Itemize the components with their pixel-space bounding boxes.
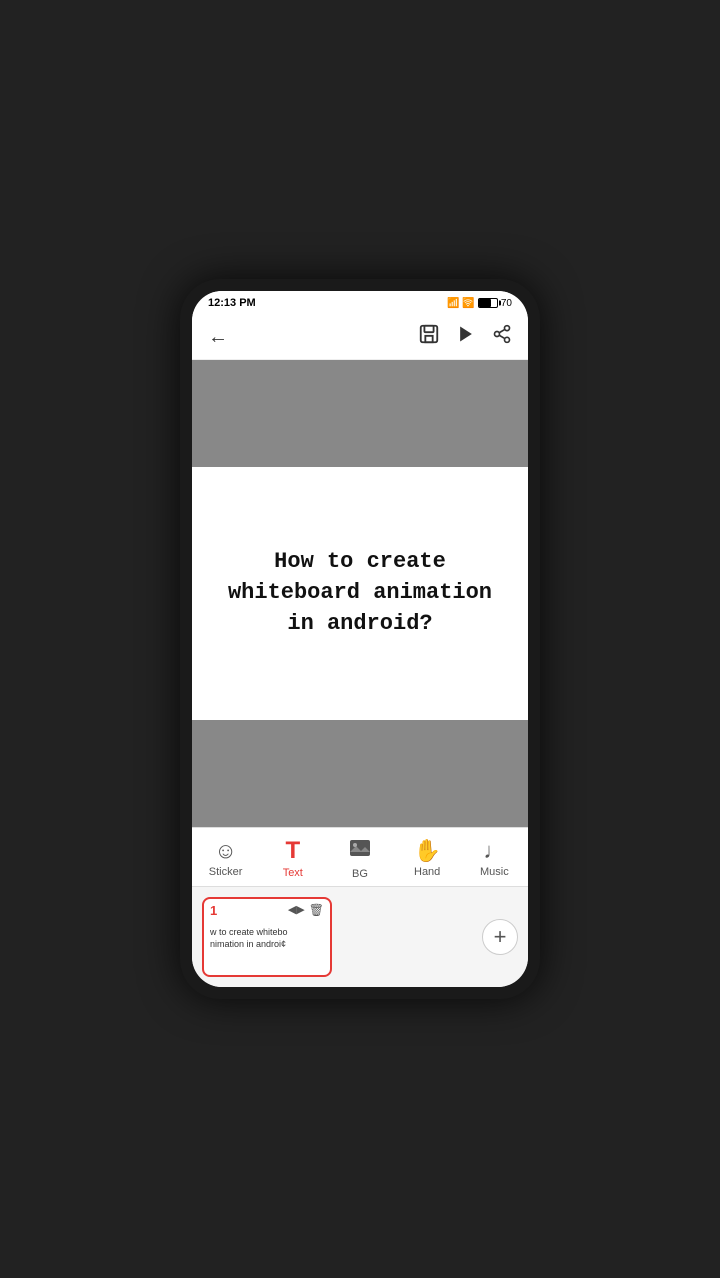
timeline: 1 ◀▶ 🗑 w to create whitebonimation in an… [192,886,528,987]
sticker-icon: ☺ [214,838,236,864]
status-bar: 12:13 PM 📶 🛜 70 [192,291,528,315]
canvas-top-gray [192,360,528,467]
play-button[interactable] [456,324,476,350]
back-button[interactable]: ← [208,326,228,349]
nav-item-bg[interactable]: BG [335,836,385,880]
bg-icon [348,836,372,866]
canvas-white: How to create whiteboard animation in an… [192,467,528,721]
save-button[interactable] [418,323,440,351]
hand-label: Hand [414,866,440,878]
share-button[interactable] [492,324,512,350]
hand-icon: ✋ [413,838,440,864]
bg-label: BG [352,868,368,880]
slide-delete-icon[interactable]: 🗑 [309,903,324,917]
bottom-nav: ☺ Sticker T Text BG ✋ Hand [192,827,528,886]
nav-item-text[interactable]: T Text [268,837,318,879]
status-icons: 📶 🛜 70 [447,298,512,309]
battery-percent: 70 [501,298,512,309]
text-label: Text [283,867,303,879]
slide-thumb-text-1: w to create whitebonimation in androi¢ [210,927,324,950]
slide-number-1: 1 [210,903,217,918]
slide-thumbnail-1[interactable]: 1 ◀▶ 🗑 w to create whitebonimation in an… [202,897,332,977]
nav-item-music[interactable]: ♩ Music [469,838,519,878]
add-slide-icon: + [494,924,507,950]
slide-move-icon: ◀▶ [288,903,305,917]
nav-item-sticker[interactable]: ☺ Sticker [201,838,251,878]
toolbar-right [418,323,512,351]
toolbar: ← [192,315,528,360]
music-label: Music [480,866,509,878]
status-time: 12:13 PM [208,297,256,309]
music-icon: ♩ [483,838,505,864]
battery-icon [478,298,498,308]
nav-item-hand[interactable]: ✋ Hand [402,838,452,878]
slide-thumb-icons: ◀▶ 🗑 [288,903,324,917]
signal-icon: 📶 [447,298,459,309]
sticker-label: Sticker [209,866,243,878]
canvas-bottom-gray [192,720,528,827]
add-slide-button[interactable]: + [482,919,518,955]
text-icon: T [285,837,300,865]
canvas-area: How to create whiteboard animation in an… [192,360,528,827]
wifi-icon: 🛜 [462,298,474,309]
phone-screen: 12:13 PM 📶 🛜 70 ← [192,291,528,987]
slide-text: How to create whiteboard animation in an… [212,547,508,639]
toolbar-left: ← [208,326,228,349]
phone-frame: 12:13 PM 📶 🛜 70 ← [180,279,540,999]
